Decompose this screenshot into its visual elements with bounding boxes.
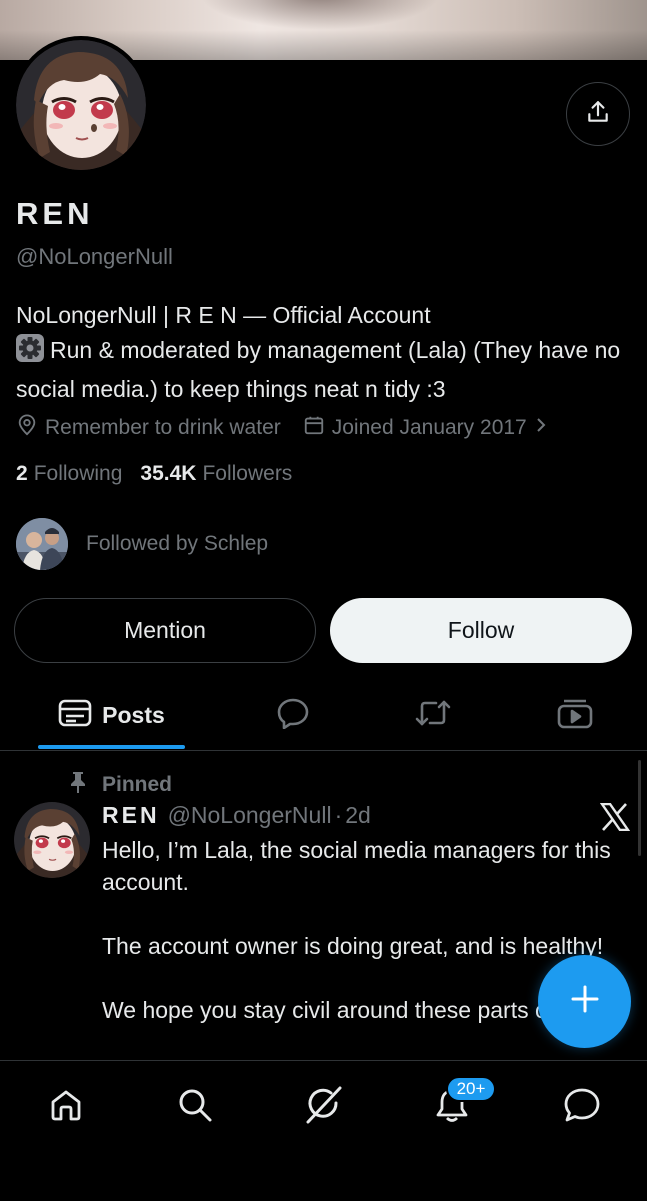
- profile-avatar[interactable]: [12, 36, 150, 174]
- bio-line-2-text: Run & moderated by management (Lala) (Th…: [16, 337, 621, 402]
- follow-button[interactable]: Follow: [330, 598, 632, 663]
- followers-label: Followers: [202, 462, 293, 485]
- profile-handle: @NoLongerNull: [16, 244, 173, 269]
- pinned-indicator: Pinned: [68, 770, 172, 800]
- tab-media[interactable]: [545, 680, 605, 750]
- followers-count: 35.4K: [140, 462, 197, 485]
- post-text[interactable]: Hello, I’m Lala, the social media manage…: [102, 834, 612, 1060]
- profile-joined[interactable]: Joined January 2017: [303, 414, 554, 442]
- nav-home[interactable]: [42, 1083, 90, 1131]
- notifications-badge: 20+: [446, 1076, 496, 1102]
- profile-meta: Remember to drink water Joined January 2…: [16, 414, 576, 442]
- pin-icon: [68, 770, 102, 800]
- joined-text: Joined January 2017: [331, 416, 527, 439]
- search-icon: [177, 1087, 213, 1128]
- nav-messages[interactable]: [558, 1083, 606, 1131]
- chevron-right-icon: [535, 416, 554, 440]
- grok-icon: [304, 1085, 344, 1130]
- tab-posts[interactable]: Posts: [38, 680, 185, 750]
- post-author-avatar[interactable]: [14, 802, 90, 878]
- scrollbar[interactable]: [638, 760, 641, 856]
- following-link[interactable]: 2 Following: [16, 462, 122, 486]
- follow-counts: 2 Following 35.4K Followers: [16, 462, 310, 486]
- post-header: REN @NoLongerNull · 2d: [102, 802, 371, 829]
- profile-bio: NoLongerNull | R E N — Official Account …: [16, 298, 636, 407]
- tab-reposts[interactable]: [403, 680, 463, 750]
- mention-button[interactable]: Mention: [14, 598, 316, 663]
- plus-icon: [570, 984, 600, 1019]
- bio-line-1: NoLongerNull | R E N — Official Account: [16, 302, 431, 328]
- post-author-handle[interactable]: @NoLongerNull: [168, 802, 332, 828]
- followed-by-text: Followed by Schlep: [86, 532, 269, 555]
- nav-grok[interactable]: [300, 1083, 348, 1131]
- reply-bubble-icon: [276, 697, 310, 734]
- media-icon: [557, 697, 593, 734]
- posts-icon: [58, 699, 92, 732]
- following-count: 2: [16, 462, 28, 485]
- nav-search[interactable]: [171, 1083, 219, 1131]
- repost-icon: [414, 698, 452, 733]
- followers-link[interactable]: 35.4K Followers: [140, 462, 292, 486]
- compose-button[interactable]: [538, 955, 631, 1048]
- bio-line-2: Run & moderated by management (Lala) (Th…: [16, 333, 636, 407]
- x-logo-icon: [599, 802, 631, 836]
- location-pin-icon: [16, 414, 45, 442]
- display-name: REN: [16, 196, 94, 231]
- followed-by-row[interactable]: Followed by Schlep: [16, 518, 268, 570]
- location-text: Remember to drink water: [45, 416, 281, 439]
- tab-replies[interactable]: [263, 680, 323, 750]
- post-age: 2d: [345, 802, 371, 828]
- messages-icon: [563, 1087, 601, 1128]
- profile-location: Remember to drink water: [16, 414, 281, 442]
- home-icon: [49, 1088, 83, 1127]
- follower-avatar: [16, 518, 68, 570]
- share-button[interactable]: [566, 82, 630, 146]
- tab-posts-label: Posts: [102, 701, 165, 728]
- pinned-label: Pinned: [102, 773, 173, 796]
- bottom-navigation: [0, 1060, 647, 1201]
- following-label: Following: [33, 462, 123, 485]
- post-author-name[interactable]: REN: [102, 802, 160, 828]
- gear-icon: [16, 334, 44, 372]
- calendar-icon: [303, 414, 332, 442]
- tab-active-indicator: [38, 745, 185, 749]
- post-separator: ·: [334, 802, 343, 828]
- profile-tabs: Posts: [0, 680, 647, 751]
- share-icon: [585, 99, 611, 130]
